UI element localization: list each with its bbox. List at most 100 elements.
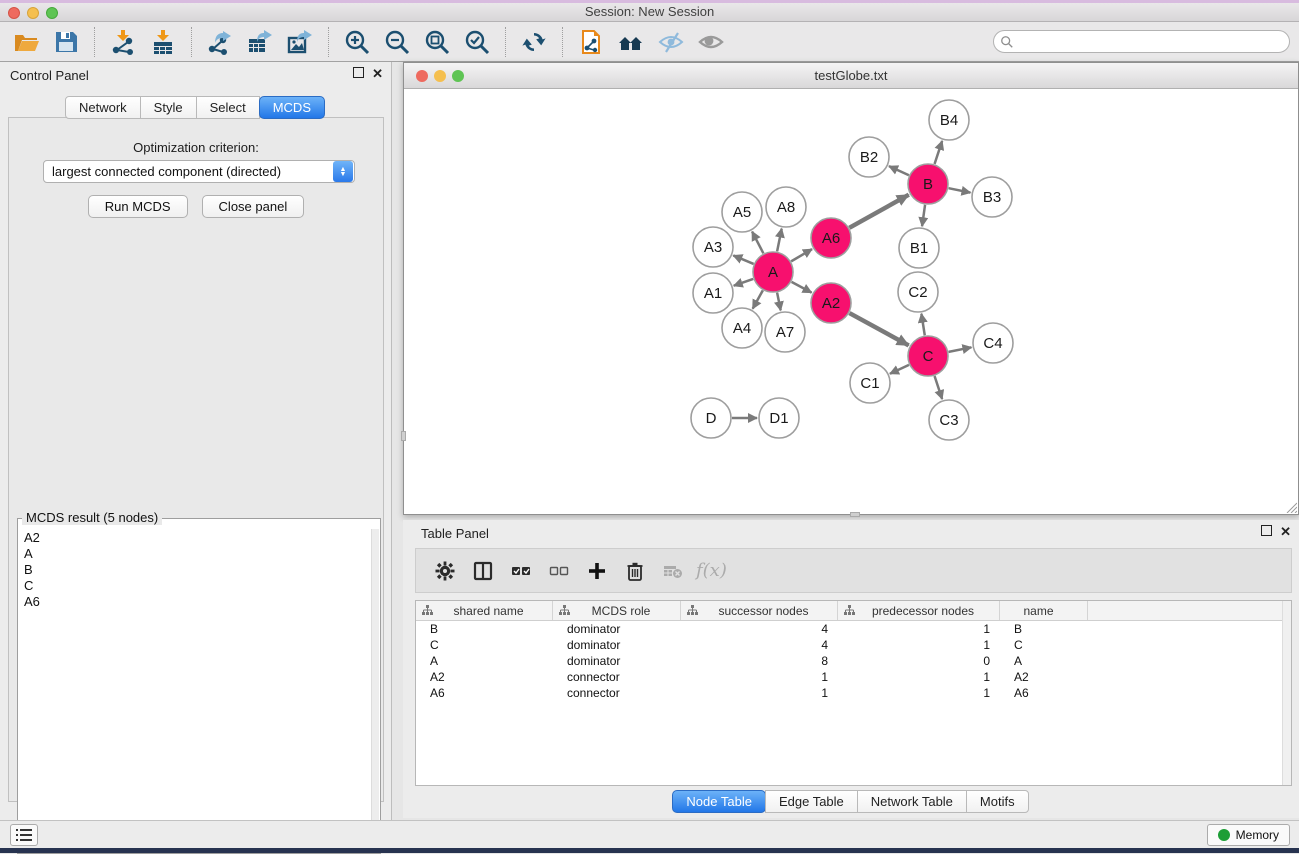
mcds-result-item[interactable]: B (19, 561, 371, 577)
first-neighbors-button[interactable] (611, 25, 651, 59)
table-row[interactable]: A6connector11A6 (416, 685, 1291, 701)
graph-node-A7[interactable]: A7 (765, 312, 805, 352)
graph-node-A3[interactable]: A3 (693, 227, 733, 267)
close-panel-button[interactable]: Close panel (202, 195, 305, 218)
mcds-list-scrollbar[interactable] (371, 529, 379, 852)
graph-node-B2[interactable]: B2 (849, 137, 889, 177)
tab-select[interactable]: Select (196, 96, 260, 119)
create-column-button[interactable] (582, 556, 612, 586)
import-network-button[interactable] (103, 25, 143, 59)
edge-A-A3[interactable] (733, 255, 753, 263)
table-row[interactable]: A2connector11A2 (416, 669, 1291, 685)
select-all-columns-button[interactable] (506, 556, 536, 586)
edge-A-A7[interactable] (777, 293, 781, 311)
import-table-button[interactable] (143, 25, 183, 59)
tab-motifs[interactable]: Motifs (966, 790, 1029, 813)
float-table-panel-icon[interactable] (1261, 525, 1272, 536)
zoom-in-button[interactable] (337, 25, 377, 59)
graph-node-B3[interactable]: B3 (972, 177, 1012, 217)
graph-node-C4[interactable]: C4 (973, 323, 1013, 363)
graph-node-C1[interactable]: C1 (850, 363, 890, 403)
window-resize-grip-left[interactable] (401, 431, 406, 441)
edge-A-A1[interactable] (734, 279, 753, 286)
edge-C-C4[interactable] (949, 347, 972, 352)
column-header-predecessor-nodes[interactable]: predecessor nodes (838, 601, 1000, 620)
unselect-all-columns-button[interactable] (544, 556, 574, 586)
tab-network[interactable]: Network (65, 96, 141, 119)
open-file-button[interactable] (6, 25, 46, 59)
zoom-out-button[interactable] (377, 25, 417, 59)
graph-node-A5[interactable]: A5 (722, 192, 762, 232)
column-header-successor-nodes[interactable]: successor nodes (681, 601, 838, 620)
delete-column-button[interactable] (620, 556, 650, 586)
column-header-name[interactable]: name (1000, 601, 1088, 620)
hide-details-button[interactable] (651, 25, 691, 59)
refresh-layout-button[interactable] (514, 25, 554, 59)
mcds-result-item[interactable]: A6 (19, 593, 371, 609)
zoom-fit-button[interactable] (417, 25, 457, 59)
graph-node-A1[interactable]: A1 (693, 273, 733, 313)
table-settings-button[interactable] (430, 556, 460, 586)
tab-node-table[interactable]: Node Table (672, 790, 766, 813)
graph-node-A[interactable]: A (753, 252, 793, 292)
edge-C-C1[interactable] (890, 365, 909, 374)
edge-C-C3[interactable] (935, 376, 943, 399)
edge-B-B2[interactable] (889, 166, 909, 175)
edge-A-A5[interactable] (752, 232, 763, 254)
edge-B-B1[interactable] (922, 205, 925, 226)
memory-button[interactable]: Memory (1207, 824, 1290, 846)
export-image-button[interactable] (280, 25, 320, 59)
float-panel-icon[interactable] (353, 67, 364, 78)
table-row[interactable]: Cdominator41C (416, 637, 1291, 653)
table-scrollbar[interactable] (1282, 601, 1291, 785)
network-graph-canvas[interactable]: A A1 A2 A3 A4 A5 A6 A7 A8 B B1 B2 B3B4 C C1 C2 C3C4 D D1 (404, 89, 1298, 514)
graph-node-C[interactable]: C (908, 336, 948, 376)
task-history-button[interactable] (10, 824, 38, 846)
graph-node-D[interactable]: D (691, 398, 731, 438)
graph-node-B[interactable]: B (908, 164, 948, 204)
edge-B-B3[interactable] (949, 188, 971, 192)
edge-A-A6[interactable] (791, 249, 812, 261)
tab-mcds[interactable]: MCDS (259, 96, 325, 119)
criterion-dropdown[interactable]: largest connected component (directed) ▲… (43, 160, 355, 183)
mcds-result-item[interactable]: A (19, 545, 371, 561)
graph-node-B1[interactable]: B1 (899, 228, 939, 268)
mcds-result-item[interactable]: A2 (19, 529, 371, 545)
graph-node-D1[interactable]: D1 (759, 398, 799, 438)
graph-node-B4[interactable]: B4 (929, 100, 969, 140)
graph-node-A4[interactable]: A4 (722, 308, 762, 348)
edge-A-A8[interactable] (777, 229, 782, 252)
function-builder-button[interactable]: f(x) (696, 560, 727, 581)
network-window-titlebar[interactable]: testGlobe.txt (404, 63, 1298, 89)
close-table-panel-icon[interactable]: ✕ (1280, 525, 1291, 539)
window-resize-grip-bottom[interactable] (850, 512, 860, 517)
edge-A-A4[interactable] (753, 290, 763, 308)
table-row[interactable]: Bdominator41B (416, 621, 1291, 637)
window-resize-corner[interactable] (1285, 501, 1297, 513)
graph-node-A8[interactable]: A8 (766, 187, 806, 227)
close-panel-icon[interactable]: ✕ (372, 67, 383, 81)
zoom-selected-button[interactable] (457, 25, 497, 59)
search-field[interactable] (993, 30, 1290, 53)
graph-node-C2[interactable]: C2 (898, 272, 938, 312)
tab-network-table[interactable]: Network Table (857, 790, 967, 813)
search-input[interactable] (1014, 31, 1289, 52)
edge-A2-C[interactable] (849, 313, 908, 345)
mcds-result-list[interactable]: A2ABCA6 (19, 529, 371, 852)
edge-A-A2[interactable] (792, 282, 812, 293)
column-header-mcds-role[interactable]: MCDS role (553, 601, 681, 620)
graph-node-A2[interactable]: A2 (811, 283, 851, 323)
tab-edge-table[interactable]: Edge Table (765, 790, 858, 813)
save-session-button[interactable] (46, 25, 86, 59)
tab-style[interactable]: Style (140, 96, 197, 119)
graph-node-C3[interactable]: C3 (929, 400, 969, 440)
mcds-result-item[interactable]: C (19, 577, 371, 593)
table-row[interactable]: Adominator80A (416, 653, 1291, 669)
export-network-button[interactable] (200, 25, 240, 59)
column-header-shared-name[interactable]: shared name (416, 601, 553, 620)
edge-C-C2[interactable] (921, 314, 924, 336)
export-table-button[interactable] (240, 25, 280, 59)
graph-node-A6[interactable]: A6 (811, 218, 851, 258)
show-columns-button[interactable] (468, 556, 498, 586)
edge-B-B4[interactable] (935, 141, 943, 164)
